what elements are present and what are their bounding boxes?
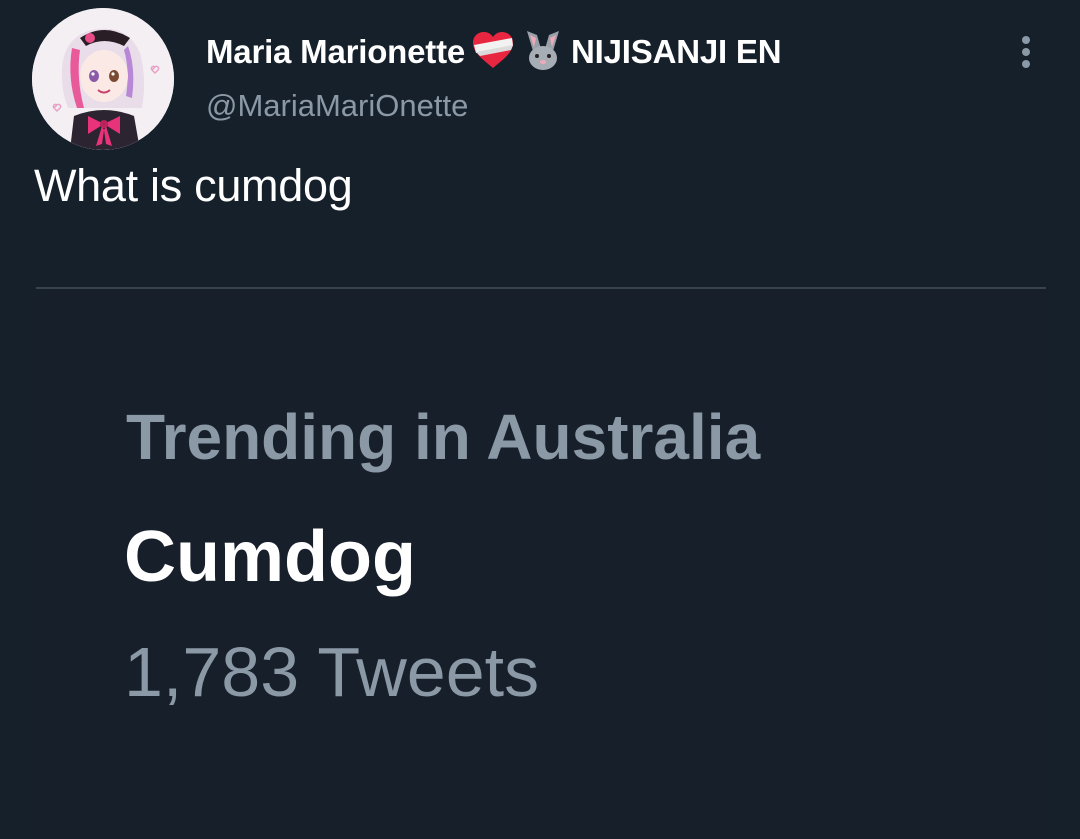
author-header: Maria Marionette NIJISANJI EN xyxy=(206,29,782,76)
rabbit-face-emoji-icon xyxy=(521,29,565,76)
author-handle[interactable]: @MariaMariOnette xyxy=(206,88,468,124)
tweet: Maria Marionette NIJISANJI EN @MariaMari xyxy=(0,0,1080,839)
org-name: NIJISANJI EN xyxy=(571,33,782,70)
bandaged-heart-emoji-icon xyxy=(471,30,515,75)
more-options-icon xyxy=(1022,36,1030,68)
tweet-text: What is cumdog xyxy=(34,160,353,211)
trend-name: Cumdog xyxy=(124,517,416,597)
more-options-button[interactable] xyxy=(1008,30,1046,74)
trend-count: 1,783 Tweets xyxy=(124,633,540,711)
avatar[interactable] xyxy=(32,8,174,150)
trend-context: Trending in Australia xyxy=(126,401,761,473)
anime-avatar-icon xyxy=(32,8,174,150)
display-name[interactable]: Maria Marionette xyxy=(206,33,465,71)
